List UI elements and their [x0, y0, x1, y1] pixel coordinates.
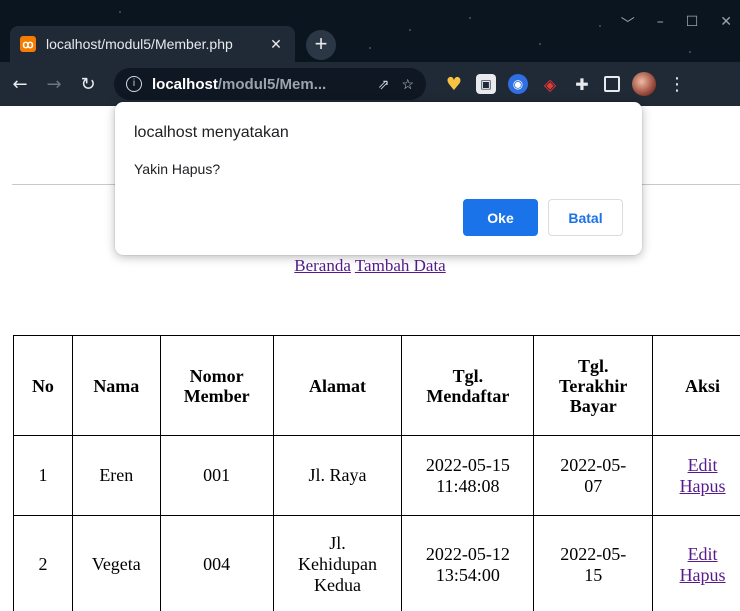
edit-link[interactable]: Edit — [688, 544, 718, 564]
date-line: 15 — [584, 564, 603, 585]
record-extension-icon[interactable]: ◉ — [508, 74, 528, 94]
browser-titlebar: ꝏ localhost/modul5/Member.php ✕ + ﹀ – ☐ … — [0, 0, 740, 62]
cell-alamat: Jl. Raya — [272, 435, 403, 516]
header-tgl-terakhir-bayar: Tgl. Terakhir Bayar — [533, 335, 654, 436]
time-line: 11:48:08 — [436, 475, 500, 496]
header-member-line: Member — [183, 385, 250, 406]
date-line: 2022-05-15 — [425, 454, 510, 475]
alamat-line: Jl. — [329, 533, 346, 553]
edit-link[interactable]: Edit — [688, 455, 718, 475]
heart-extension-icon[interactable]: ♥ — [444, 74, 464, 95]
xampp-icon: ꝏ — [20, 36, 36, 52]
puzzle-icon[interactable]: ✚ — [572, 74, 592, 94]
confirm-dialog: localhost menyatakan Yakin Hapus? Oke Ba… — [115, 102, 642, 255]
reload-icon[interactable]: ↻ — [74, 74, 102, 95]
box-extension-icon[interactable]: ▣ — [476, 74, 496, 94]
url-host: localhost — [152, 75, 218, 93]
browser-tab[interactable]: ꝏ localhost/modul5/Member.php ✕ — [10, 26, 295, 62]
close-window-icon[interactable]: ✕ — [720, 14, 732, 34]
header-nama: Nama — [71, 335, 161, 436]
cell-tgl-bayar: 2022-05- 15 — [533, 515, 654, 611]
profile-avatar[interactable] — [632, 72, 656, 96]
table-row: 1 Eren 001 Jl. Raya 2022-05-15 11:48:08 2… — [13, 435, 740, 516]
header-mendaftar-line: Mendaftar — [426, 385, 510, 406]
side-panel-icon[interactable] — [604, 76, 620, 92]
forward-icon[interactable]: → — [40, 74, 68, 95]
bookmark-star-icon[interactable]: ☆ — [401, 76, 414, 93]
cancel-button[interactable]: Batal — [548, 199, 623, 236]
cell-alamat: Jl. Kehidupan Kedua — [272, 515, 403, 611]
restore-icon[interactable]: – — [657, 14, 664, 34]
share-icon[interactable]: ⇗ — [378, 76, 390, 93]
extensions-row: ♥ ▣ ◉ ◈ ✚ ⋮ — [444, 72, 686, 96]
info-icon[interactable]: i — [126, 76, 142, 92]
cell-aksi: Edit Hapus — [652, 515, 740, 611]
alamat-line: Kedua — [314, 575, 361, 595]
minimize-icon[interactable]: ﹀ — [621, 14, 635, 34]
date-line: 2022-05- — [560, 454, 627, 475]
maximize-icon[interactable]: ☐ — [686, 14, 699, 34]
header-tgl-line: Tgl. — [577, 355, 609, 376]
new-tab-button[interactable]: + — [306, 30, 336, 60]
alamat-line: Jl. Raya — [308, 465, 367, 485]
address-bar[interactable]: i localhost/modul5/Mem... ⇗ ☆ — [114, 68, 426, 100]
header-nomor-member: Nomor Member — [159, 335, 274, 436]
header-terakhir-line: Terakhir — [559, 375, 628, 396]
close-tab-icon[interactable]: ✕ — [267, 36, 285, 53]
window-controls: ﹀ – ☐ ✕ — [621, 14, 732, 34]
cell-nama: Vegeta — [71, 515, 161, 611]
cell-nomor: 004 — [159, 515, 274, 611]
browser-toolbar: ← → ↻ i localhost/modul5/Mem... ⇗ ☆ ♥ ▣ … — [0, 62, 740, 106]
back-icon[interactable]: ← — [6, 74, 34, 95]
cell-tgl-mendaftar: 2022-05-15 11:48:08 — [401, 435, 535, 516]
alamat-line: Kehidupan — [298, 554, 377, 574]
ok-button[interactable]: Oke — [463, 199, 538, 236]
table-header-row: No Nama Nomor Member Alamat Tgl. Mendaftar… — [13, 335, 740, 436]
cell-nomor: 001 — [159, 435, 274, 516]
member-table: No Nama Nomor Member Alamat Tgl. Mendaftar… — [13, 335, 740, 611]
cell-tgl-bayar: 2022-05- 07 — [533, 435, 654, 516]
header-no: No — [13, 335, 73, 436]
date-line: 2022-05-12 — [425, 543, 510, 564]
add-data-link[interactable]: Tambah Data — [355, 256, 446, 275]
header-aksi: Aksi — [652, 335, 740, 436]
cell-aksi: Edit Hapus — [652, 435, 740, 516]
header-alamat-label: Alamat — [309, 375, 367, 396]
header-alamat: Alamat — [272, 335, 403, 436]
home-link[interactable]: Beranda — [294, 256, 351, 275]
date-line: 2022-05- — [560, 543, 627, 564]
header-no-label: No — [31, 375, 54, 396]
header-tgl-line: Tgl. — [452, 365, 484, 386]
header-nama-label: Nama — [93, 375, 140, 396]
nav-links: Beranda Tambah Data — [0, 256, 740, 276]
hapus-link[interactable]: Hapus — [680, 565, 726, 585]
hapus-link[interactable]: Hapus — [680, 476, 726, 496]
url-path: /modul5/Mem... — [217, 75, 327, 93]
header-tgl-mendaftar: Tgl. Mendaftar — [401, 335, 535, 436]
header-aksi-label: Aksi — [685, 375, 721, 396]
table-row: 2 Vegeta 004 Jl. Kehidupan Kedua 2022-05-1… — [13, 515, 740, 611]
cell-nama: Eren — [71, 435, 161, 516]
omnibox-actions: ⇗ ☆ — [378, 76, 414, 93]
header-nomor-line: Nomor — [189, 365, 244, 386]
time-line: 13:54:00 — [435, 564, 500, 585]
cell-no: 2 — [13, 515, 73, 611]
menu-icon[interactable]: ⋮ — [668, 74, 686, 95]
dialog-message: Yakin Hapus? — [134, 161, 221, 177]
cell-tgl-mendaftar: 2022-05-12 13:54:00 — [401, 515, 535, 611]
red-extension-icon[interactable]: ◈ — [540, 74, 560, 94]
cell-no: 1 — [13, 435, 73, 516]
dialog-title: localhost menyatakan — [134, 124, 289, 141]
date-line: 07 — [584, 475, 603, 496]
tab-title: localhost/modul5/Member.php — [46, 36, 233, 52]
header-bayar-line: Bayar — [569, 395, 617, 416]
